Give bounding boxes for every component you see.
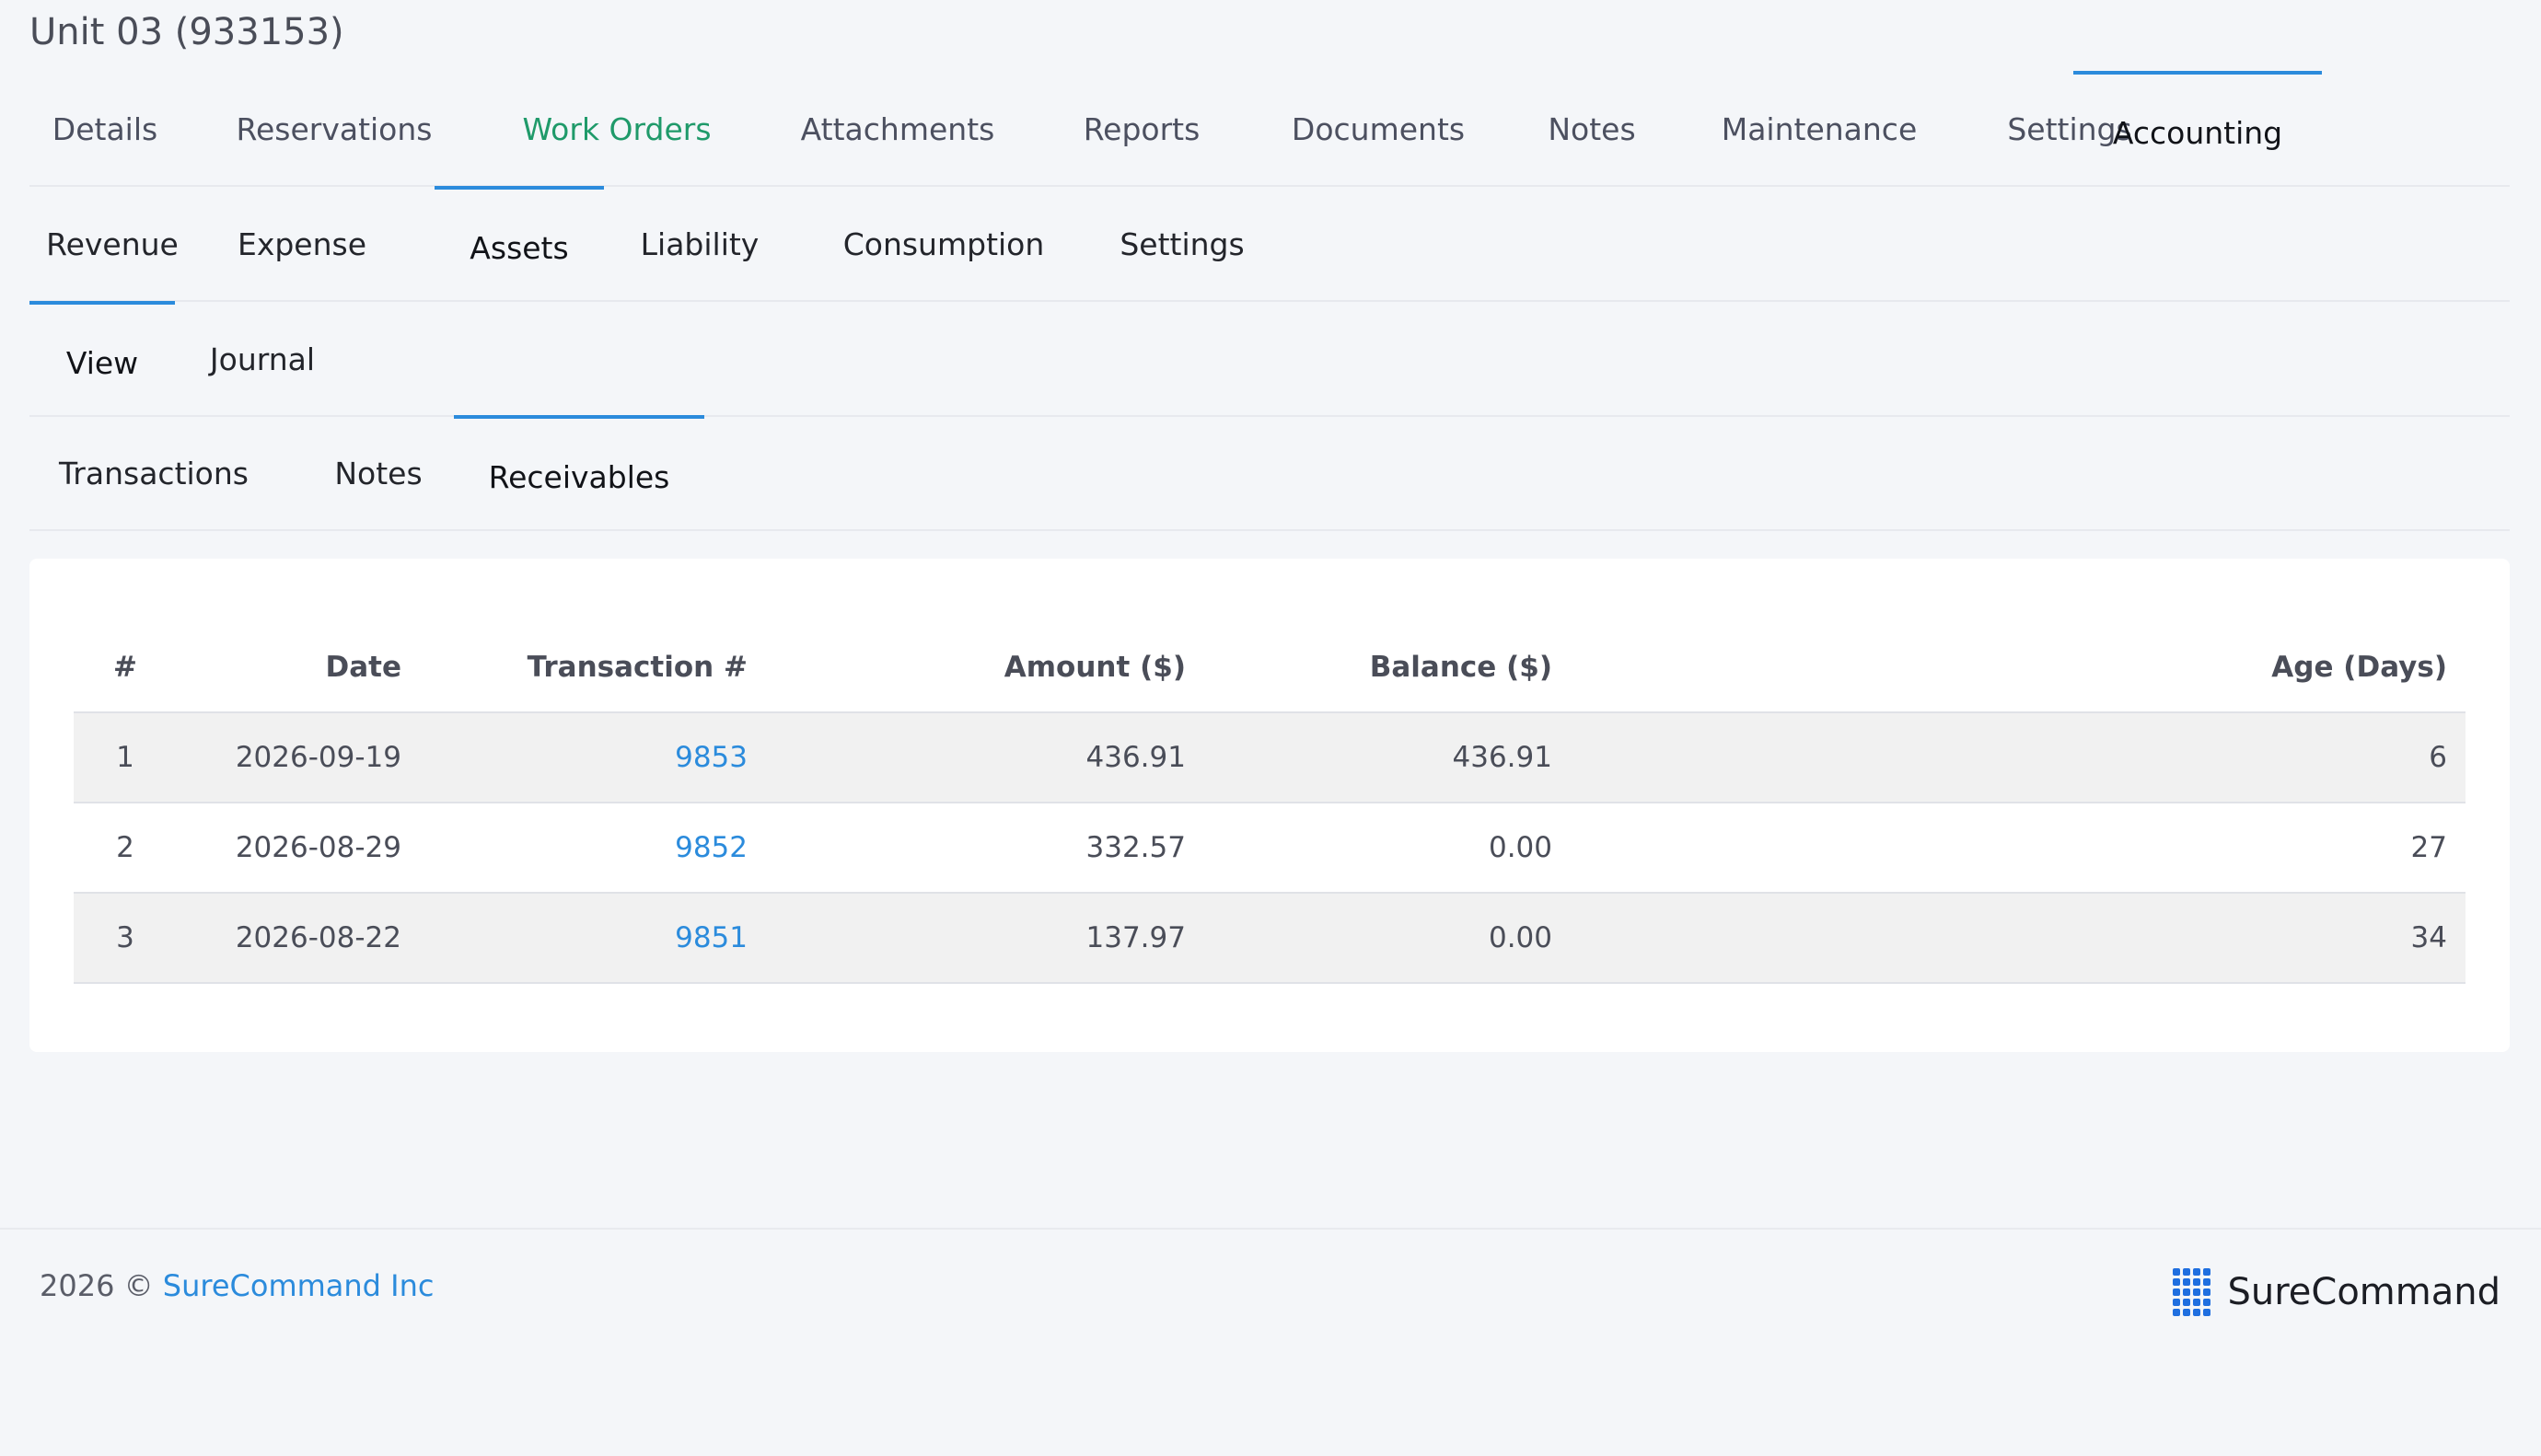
row-number: 2 [74, 803, 177, 894]
tab-assets[interactable]: Assets [435, 186, 604, 300]
tab-accounting-settings[interactable]: Settings [1090, 186, 1274, 300]
copyright: 2026 © SureCommand Inc [40, 1268, 434, 1303]
tab-documents[interactable]: Documents [1254, 71, 1503, 185]
tab-expense[interactable]: Expense [210, 186, 394, 300]
row-amount: 436.91 [766, 712, 1204, 803]
row-balance: 0.00 [1204, 803, 1571, 894]
tab-journal[interactable]: Journal [184, 301, 341, 415]
tab-attachments[interactable]: Attachments [766, 71, 1029, 185]
assets-tabs: View Journal [29, 301, 2510, 417]
transaction-link[interactable]: 9851 [675, 921, 748, 954]
column-header-transaction: Transaction # [420, 623, 766, 713]
tab-details[interactable]: Details [29, 71, 180, 185]
grid-logo-icon [2173, 1268, 2211, 1316]
table-header-row: # Date Transaction # Amount ($) Balance … [74, 623, 2466, 713]
view-tabs: Transactions Notes Receivables [29, 415, 2510, 531]
column-header-balance: Balance ($) [1204, 623, 1571, 713]
tab-view-notes[interactable]: Notes [309, 415, 447, 529]
footer: 2026 © SureCommand Inc SureCommand [0, 1228, 2541, 1456]
main-tabs: Details Reservations Work Orders Attachm… [29, 71, 2510, 187]
row-date: 2026-08-22 [177, 893, 420, 984]
company-link[interactable]: SureCommand Inc [163, 1268, 435, 1303]
page-title: Unit 03 (933153) [29, 11, 344, 53]
brand-logo: SureCommand [2173, 1268, 2500, 1316]
tab-liability[interactable]: Liability [608, 186, 792, 300]
row-number: 3 [74, 893, 177, 984]
row-amount: 332.57 [766, 803, 1204, 894]
copyright-year: 2026 © [40, 1268, 154, 1303]
row-date: 2026-09-19 [177, 712, 420, 803]
column-header-amount: Amount ($) [766, 623, 1204, 713]
table-row: 1 2026-09-19 9853 436.91 436.91 6 [74, 712, 2466, 803]
row-balance: 436.91 [1204, 712, 1571, 803]
row-number: 1 [74, 712, 177, 803]
brand-name: SureCommand [2227, 1271, 2500, 1313]
tab-receivables[interactable]: Receivables [454, 415, 704, 529]
tab-revenue[interactable]: Revenue [29, 186, 195, 300]
table-row: 2 2026-08-29 9852 332.57 0.00 27 [74, 803, 2466, 894]
tab-work-orders[interactable]: Work Orders [488, 71, 746, 185]
transaction-link[interactable]: 9853 [675, 741, 748, 774]
row-date: 2026-08-29 [177, 803, 420, 894]
column-header-number: # [74, 623, 177, 713]
table-row: 3 2026-08-22 9851 137.97 0.00 34 [74, 893, 2466, 984]
row-age: 27 [1571, 803, 2466, 894]
tab-consumption[interactable]: Consumption [810, 186, 1077, 300]
tab-maintenance[interactable]: Maintenance [1681, 71, 1957, 185]
tab-view[interactable]: View [29, 301, 175, 415]
accounting-tabs: Revenue Expense Assets Liability Consump… [29, 186, 2510, 302]
row-age: 6 [1571, 712, 2466, 803]
tab-accounting[interactable]: Accounting [2073, 71, 2322, 185]
tab-notes[interactable]: Notes [1523, 71, 1661, 185]
column-header-age: Age (Days) [1571, 623, 2466, 713]
tab-transactions[interactable]: Transactions [29, 415, 278, 529]
column-header-date: Date [177, 623, 420, 713]
row-age: 34 [1571, 893, 2466, 984]
transaction-link[interactable]: 9852 [675, 831, 748, 864]
tab-reports[interactable]: Reports [1050, 71, 1234, 185]
receivables-table: # Date Transaction # Amount ($) Balance … [74, 623, 2466, 984]
tab-reservations[interactable]: Reservations [203, 71, 466, 185]
row-balance: 0.00 [1204, 893, 1571, 984]
row-amount: 137.97 [766, 893, 1204, 984]
receivables-card: # Date Transaction # Amount ($) Balance … [29, 559, 2510, 1052]
